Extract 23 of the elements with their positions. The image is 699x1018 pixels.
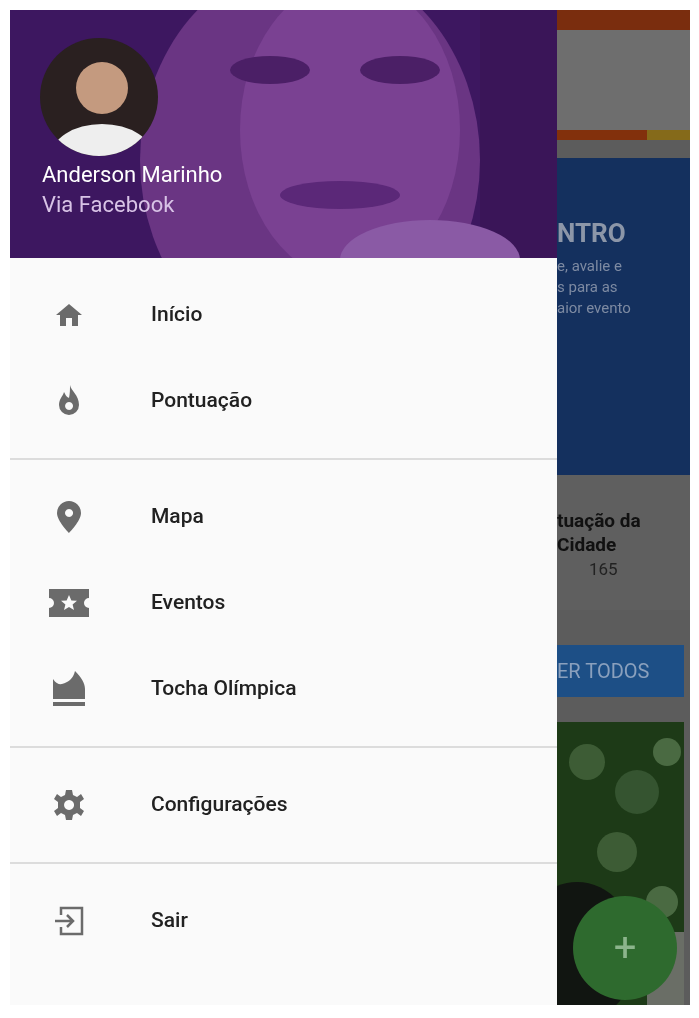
exit-icon: [52, 905, 85, 937]
banner-title: NTRO: [557, 218, 627, 248]
menu-item[interactable]: Sair: [151, 905, 188, 937]
settings-icon: [52, 789, 85, 821]
user-name: Anderson Marinho: [42, 161, 223, 189]
home-icon: [54, 303, 83, 327]
score-value: 165: [588, 558, 619, 581]
banner-text: aior evento: [557, 298, 632, 319]
menu-item[interactable]: Eventos: [151, 587, 226, 619]
menu-item[interactable]: Tocha Olímpica: [151, 673, 297, 705]
menu-item[interactable]: Mapa: [151, 501, 204, 533]
ticket-icon: [48, 589, 89, 617]
location-pin-icon: [56, 501, 81, 533]
score-title: Cidade: [557, 533, 618, 557]
score-title: tuação da: [557, 509, 642, 533]
banner-text: s para as: [557, 277, 619, 298]
banner-text: e, avalie e: [557, 256, 623, 277]
torch-icon: [50, 671, 87, 707]
login-method: Via Facebook: [42, 191, 176, 219]
menu-item[interactable]: Pontuação: [151, 385, 253, 417]
menu-item[interactable]: Início: [151, 299, 203, 331]
flame-icon: [56, 385, 81, 417]
menu-item[interactable]: Configurações: [151, 789, 288, 821]
